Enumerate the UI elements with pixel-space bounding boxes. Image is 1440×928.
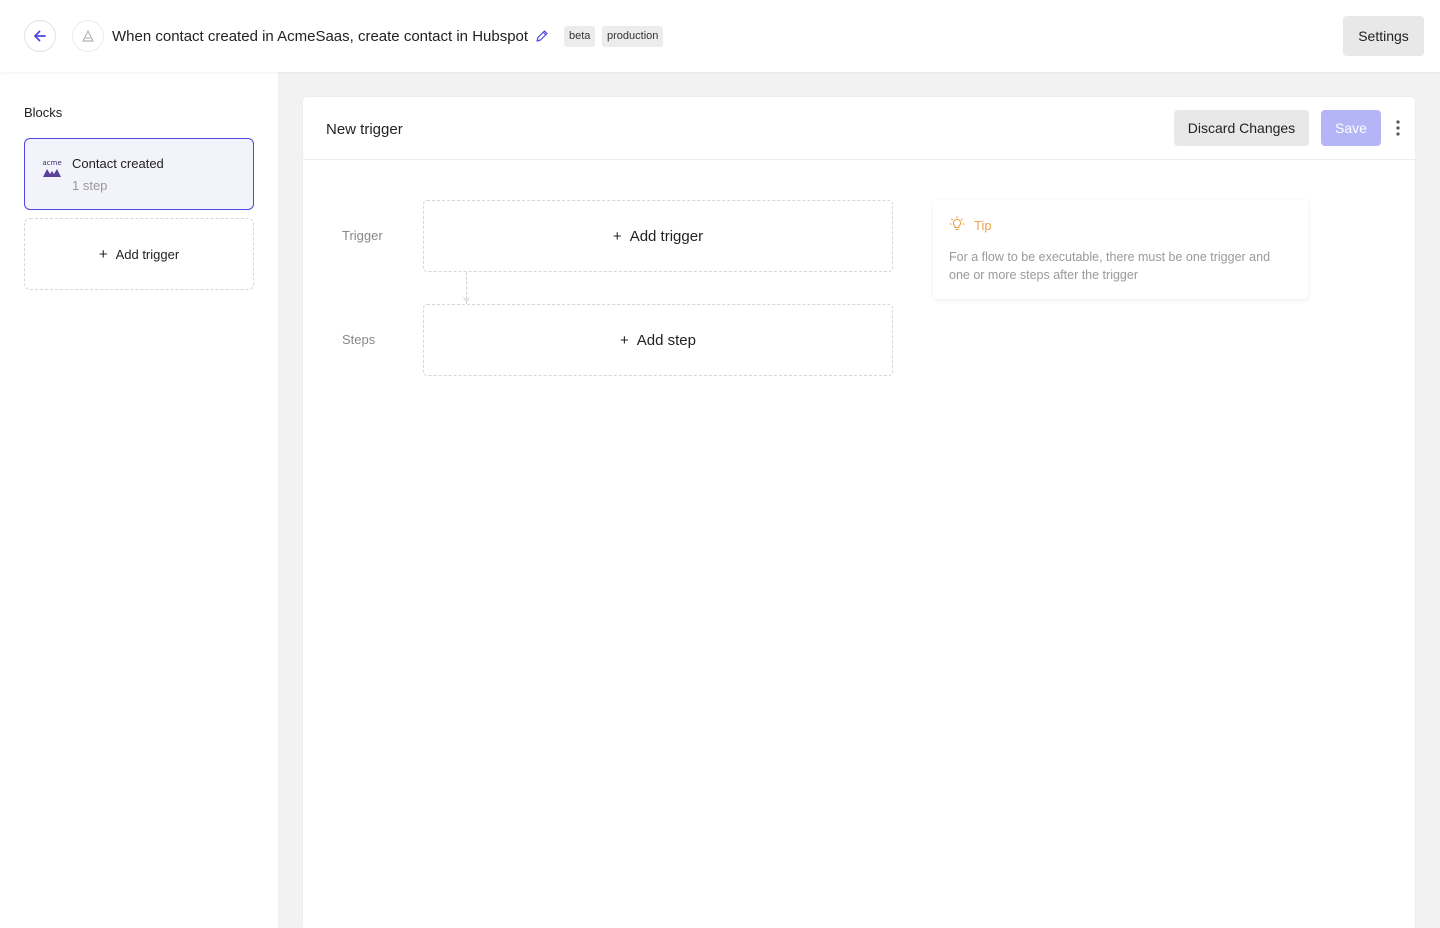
arrow-left-icon <box>34 30 46 42</box>
trigger-row-label: Trigger <box>342 228 383 243</box>
block-card-contact-created[interactable]: acme Contact created 1 step <box>24 138 254 210</box>
sidebar-add-trigger-label: Add trigger <box>115 246 180 262</box>
add-step-button[interactable]: + Add step <box>423 304 893 376</box>
flow-title: When contact created in AcmeSaas, create… <box>112 28 529 45</box>
tag-production: production <box>602 26 664 47</box>
tip-text: For a flow to be executable, there must … <box>949 250 1271 282</box>
acme-logo-icon: acme <box>42 159 62 177</box>
lightbulb-icon <box>949 216 965 231</box>
blocks-heading: Blocks <box>24 105 63 120</box>
save-button[interactable]: Save <box>1321 110 1381 146</box>
add-trigger-button[interactable]: + Add trigger <box>423 200 893 272</box>
discard-changes-button[interactable]: Discard Changes <box>1174 110 1309 146</box>
app-logo-icon <box>72 20 104 52</box>
plus-icon: + <box>620 331 629 349</box>
plus-icon: + <box>98 245 108 263</box>
trigger-editor-panel: New trigger Discard Changes Save Trigger… <box>303 97 1415 928</box>
tag-beta: beta <box>564 26 596 47</box>
block-step-count: 1 step <box>72 178 108 193</box>
editor-title: New trigger <box>326 121 403 138</box>
add-trigger-label: Add trigger <box>629 227 704 245</box>
settings-button[interactable]: Settings <box>1343 16 1424 56</box>
tip-title: Tip <box>974 218 992 233</box>
blocks-sidebar: Blocks acme Contact created 1 step + Add… <box>0 72 278 928</box>
svg-text:acme: acme <box>42 159 61 167</box>
connector-arrow-icon <box>463 297 470 302</box>
back-button[interactable] <box>24 20 56 52</box>
pencil-icon[interactable] <box>535 29 549 43</box>
block-title: Contact created <box>72 156 164 171</box>
top-header: When contact created in AcmeSaas, create… <box>0 0 1440 72</box>
plus-icon: + <box>612 227 622 245</box>
editor-header: New trigger Discard Changes Save <box>303 97 1415 160</box>
sidebar-add-trigger-button[interactable]: + Add trigger <box>24 218 254 290</box>
more-options-icon[interactable] <box>1391 117 1405 139</box>
steps-row-label: Steps <box>342 332 376 347</box>
add-step-label: Add step <box>636 331 696 349</box>
tip-card: Tip For a flow to be executable, there m… <box>933 200 1308 299</box>
